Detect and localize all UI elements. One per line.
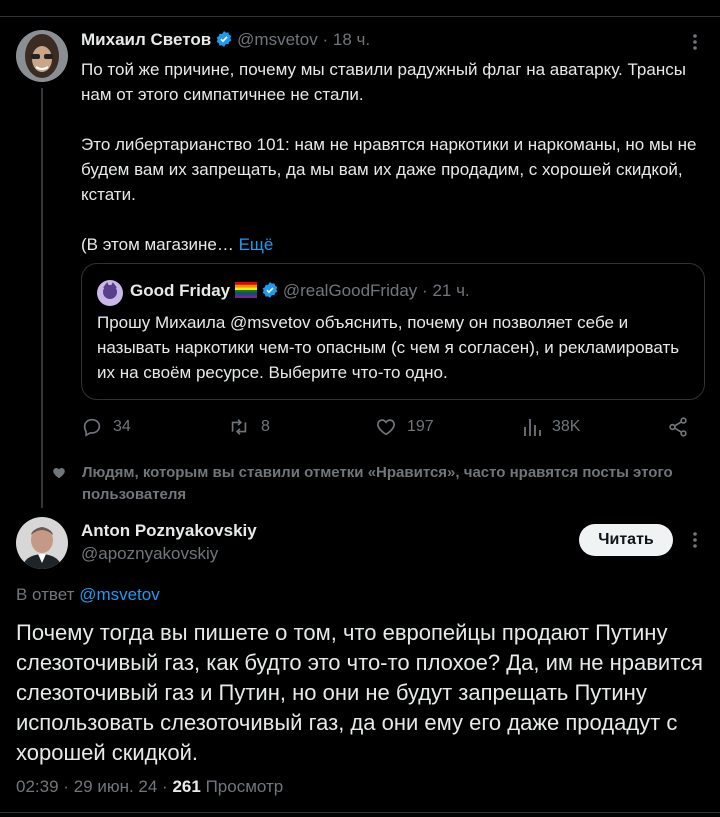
- quote-handle: @realGoodFriday: [282, 281, 418, 300]
- views-button[interactable]: 38K: [522, 416, 580, 438]
- separator: ·: [422, 281, 428, 300]
- heart-small-icon: [52, 466, 66, 485]
- tweet-date[interactable]: 29 июн. 24: [74, 777, 158, 796]
- thread-line: [41, 88, 43, 508]
- follow-button[interactable]: Читать: [579, 524, 673, 556]
- like-button[interactable]: 197: [375, 416, 434, 438]
- quoted-tweet[interactable]: Good Friday @realGoodFriday · 21 ч. Прош…: [81, 263, 705, 400]
- separator: ·: [322, 30, 329, 49]
- avatar[interactable]: [16, 30, 68, 82]
- reply-to-link[interactable]: @msvetov: [79, 585, 160, 604]
- bottom-divider: [0, 812, 720, 813]
- views-label: Просмотр: [205, 777, 284, 796]
- reply-icon: [83, 418, 101, 437]
- separator: ·: [162, 777, 168, 796]
- author-handle[interactable]: @msvetov: [237, 30, 318, 49]
- show-more-link[interactable]: Ещё: [239, 235, 274, 254]
- repost-icon: [231, 419, 247, 435]
- recommendation-text: Людям, которым вы ставили отметки «Нрави…: [82, 464, 673, 503]
- tweet-text: По той же причине, почему мы ставили рад…: [81, 57, 706, 257]
- tweet-paragraph: По той же причине, почему мы ставили рад…: [81, 60, 686, 104]
- author-name[interactable]: Михаил Светов: [81, 30, 211, 49]
- avatar[interactable]: [16, 517, 68, 569]
- share-icon: [669, 417, 687, 437]
- separator: ·: [63, 777, 69, 796]
- tweet-meta: 02:39 · 29 июн. 24 · 261 Просмотр: [16, 777, 283, 797]
- bar-chart-icon: [524, 419, 541, 436]
- author-name[interactable]: Anton Poznyakovskiy: [81, 520, 257, 542]
- rainbow-flag-icon: [234, 282, 257, 303]
- reply-count: 34: [113, 418, 131, 435]
- more-options-icon[interactable]: [686, 530, 704, 550]
- share-button[interactable]: [667, 416, 689, 438]
- views-number: 261: [172, 777, 201, 796]
- action-bar: 34 8 197 38K: [81, 410, 706, 444]
- reply-context: В ответ @msvetov: [16, 585, 160, 605]
- quote-text: Прошу Михаила @msvetov объяснить, почему…: [97, 313, 680, 382]
- quote-timestamp: 21 ч.: [432, 281, 470, 300]
- views-count: 38K: [552, 418, 581, 435]
- quote-header: Good Friday @realGoodFriday · 21 ч.: [130, 281, 470, 304]
- like-count: 197: [407, 418, 434, 435]
- reply-prefix: В ответ: [16, 585, 75, 604]
- verified-badge-icon: [261, 281, 279, 304]
- heart-icon: [377, 419, 395, 436]
- tweet-paragraph: Это либертарианство 101: нам не нравятся…: [81, 135, 697, 204]
- tweet-header: Михаил Светов @msvetov · 18 ч.: [81, 30, 370, 53]
- top-divider: [0, 0, 720, 17]
- author-block: Anton Poznyakovskiy @apoznyakovskiy: [81, 520, 257, 566]
- more-options-icon[interactable]: [686, 32, 704, 52]
- repost-button[interactable]: 8: [227, 416, 270, 438]
- main-tweet-text: Почему тогда вы пишете о том, что европе…: [16, 620, 703, 765]
- recommendation-note: Людям, которым вы ставили отметки «Нрави…: [82, 462, 707, 506]
- quote-author-name: Good Friday: [130, 281, 231, 300]
- timestamp[interactable]: 18 ч.: [333, 30, 370, 49]
- reply-button[interactable]: 34: [81, 416, 131, 438]
- author-handle[interactable]: @apoznyakovskiy: [81, 542, 257, 566]
- quote-avatar: [97, 280, 123, 306]
- tweet-paragraph: (В этом магазине…: [81, 235, 234, 254]
- repost-count: 8: [261, 418, 270, 435]
- tweet-time[interactable]: 02:39: [16, 777, 59, 796]
- verified-badge-icon: [215, 30, 233, 53]
